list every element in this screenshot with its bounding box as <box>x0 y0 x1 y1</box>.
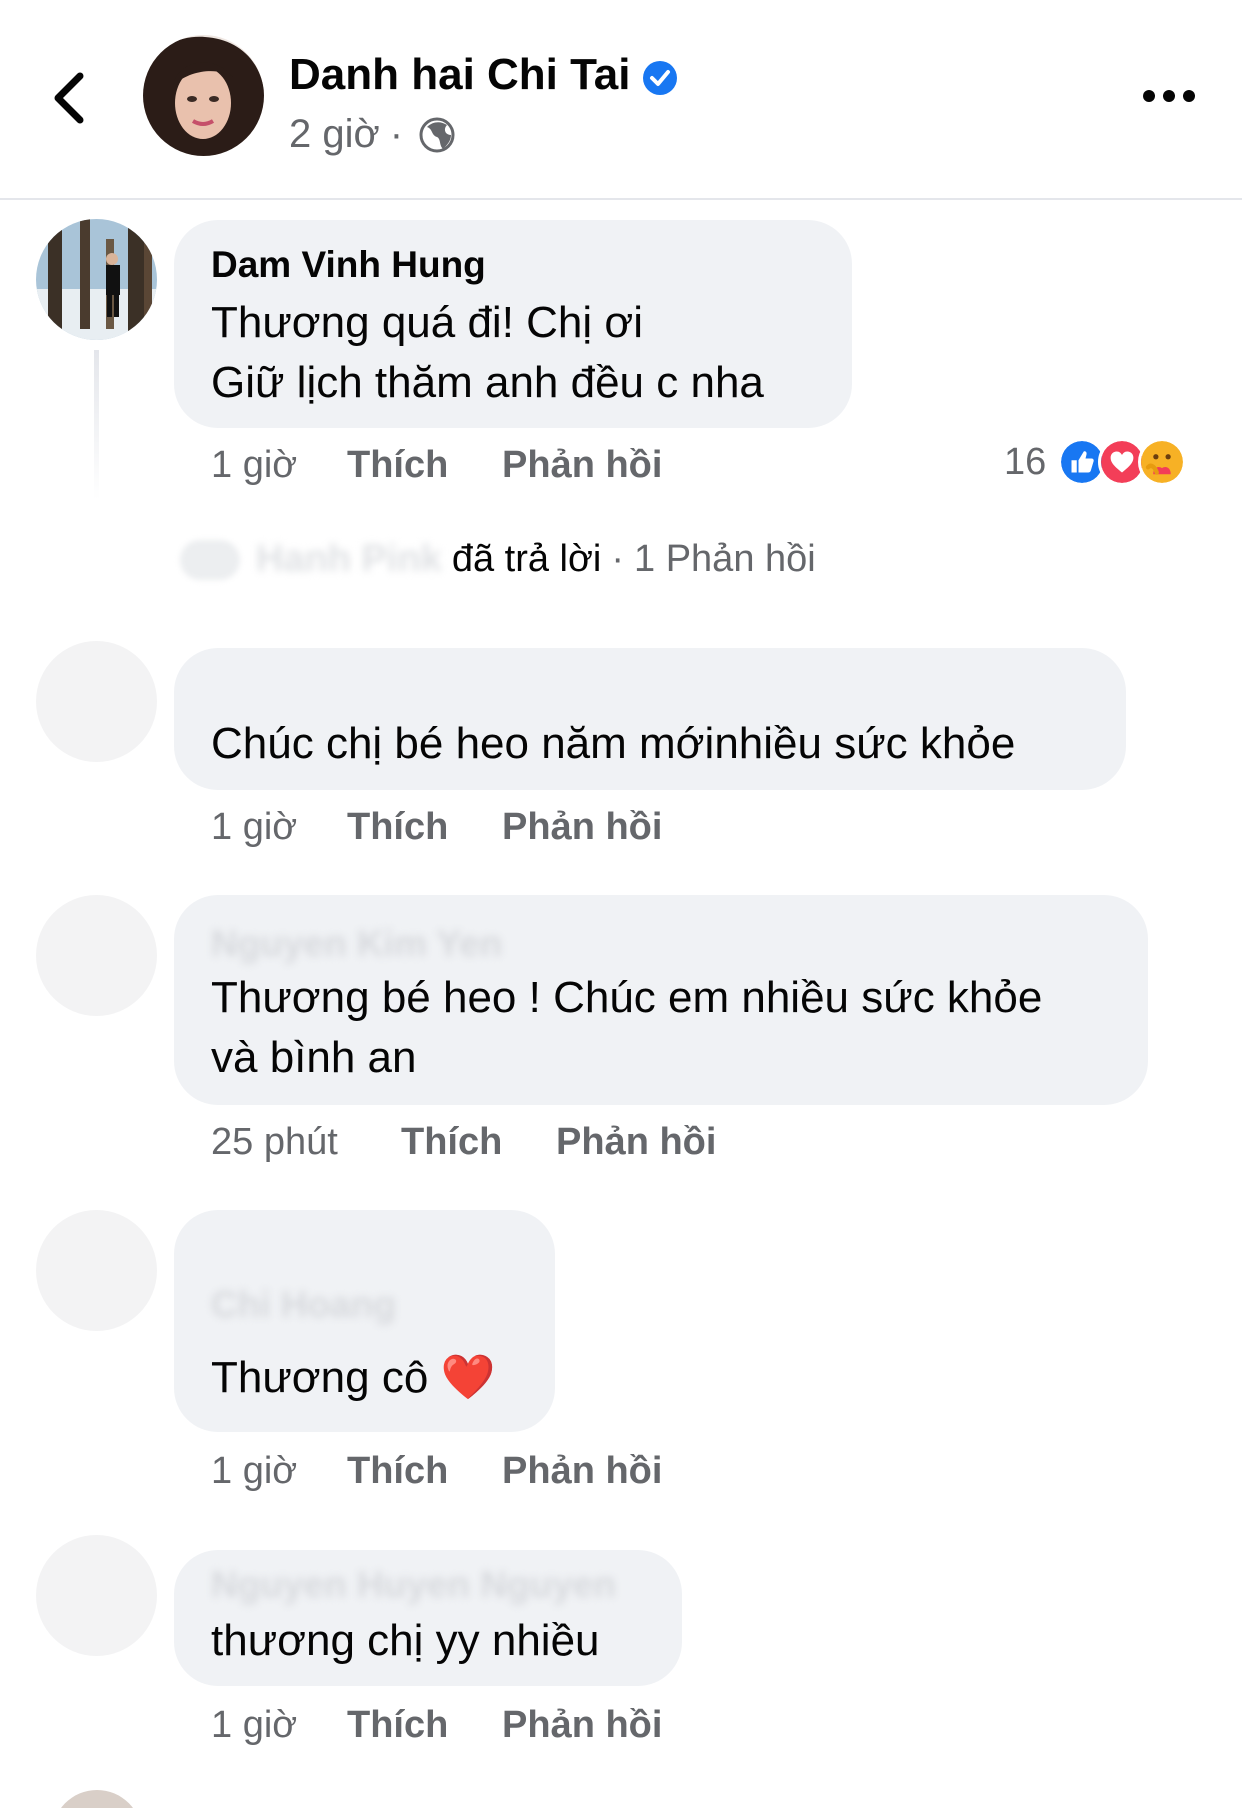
comment-text-line: Chúc chị bé heo năm mớinhiều sức khỏe <box>211 719 1016 768</box>
comment-time: 1 giờ <box>211 444 298 486</box>
post-header: Danh hai Chi Tai 2 giờ · <box>0 0 1242 200</box>
commenter-avatar[interactable] <box>36 641 157 762</box>
globe-icon[interactable] <box>417 115 457 155</box>
page-name[interactable]: Danh hai Chi Tai <box>289 50 630 100</box>
reply-button[interactable]: Phản hồi <box>502 444 662 487</box>
comment-time: 1 giờ <box>211 806 298 848</box>
reply-button[interactable]: Phản hồi <box>502 1450 662 1493</box>
replier-name: Hanh Pink <box>256 538 442 580</box>
commenter-avatar[interactable] <box>36 1535 157 1656</box>
comment-actions: 1 giờ Thích Phản hồi <box>211 1450 662 1493</box>
comment-text-line: và bình an <box>211 1033 417 1082</box>
comment-actions: 25 phút Thích Phản hồi <box>211 1121 716 1164</box>
replied-label: đã trả lời <box>451 538 602 580</box>
like-button[interactable]: Thích <box>347 1704 502 1747</box>
commenter-avatar[interactable] <box>36 1210 157 1331</box>
care-reaction-icon <box>1138 438 1187 486</box>
replies-summary[interactable]: Hanh Pink đã trả lời · 1 Phản hồi <box>180 538 816 581</box>
reply-button[interactable]: Phản hồi <box>556 1121 716 1164</box>
comment-time: 1 giờ <box>211 1450 298 1492</box>
reply-button[interactable]: Phản hồi <box>502 1704 662 1747</box>
thread-line <box>94 350 99 500</box>
comment-actions: 1 giờ Thích Phản hồi <box>211 806 662 849</box>
comment-time: 25 phút <box>211 1121 338 1163</box>
verified-badge-icon <box>643 61 677 95</box>
comment-author[interactable]: Dam Vinh Hung <box>211 244 486 286</box>
like-button[interactable]: Thích <box>347 806 502 849</box>
comment-author[interactable]: Chi Hoang <box>211 1284 396 1326</box>
post-time: 2 giờ <box>289 112 380 156</box>
like-button[interactable]: Thích <box>401 1121 556 1164</box>
post-meta: 2 giờ · <box>289 112 457 157</box>
reply-button[interactable]: Phản hồi <box>502 806 662 849</box>
like-button[interactable]: Thích <box>347 1450 502 1493</box>
page-avatar[interactable] <box>143 35 264 156</box>
commenter-avatar[interactable] <box>36 219 157 340</box>
comment-text-line: Giữ lịch thăm anh đều c nha <box>211 358 764 407</box>
comment-text-line: Thương quá đi! Chị ơi <box>211 298 644 347</box>
commenter-avatar[interactable] <box>36 895 157 1016</box>
replies-separator: · <box>611 538 625 580</box>
comment-text-line: Thương bé heo ! Chúc em nhiều sức khỏe <box>211 973 1043 1022</box>
meta-separator: · <box>389 112 404 156</box>
replier-avatar <box>180 539 240 580</box>
replies-count: 1 Phản hồi <box>634 538 816 580</box>
comment-actions: 1 giờ Thích Phản hồi <box>211 444 662 487</box>
back-arrow-icon[interactable] <box>42 58 102 138</box>
comment-time: 1 giờ <box>211 1704 298 1746</box>
comment-author[interactable]: Nguyen Kim Yen <box>211 923 502 965</box>
like-button[interactable]: Thích <box>347 444 502 487</box>
reaction-summary[interactable]: 16 <box>1004 438 1187 486</box>
comment-text-line: thương chị yy nhiều <box>211 1616 600 1665</box>
reaction-count: 16 <box>1004 440 1047 483</box>
comment-actions: 1 giờ Thích Phản hồi <box>211 1704 662 1747</box>
comment-author[interactable]: Nguyen Huyen Nguyen <box>211 1564 616 1606</box>
commenter-avatar[interactable] <box>52 1790 142 1808</box>
more-icon[interactable] <box>1140 78 1198 114</box>
comment-text-line: Thương cô ❤️ <box>211 1353 496 1402</box>
